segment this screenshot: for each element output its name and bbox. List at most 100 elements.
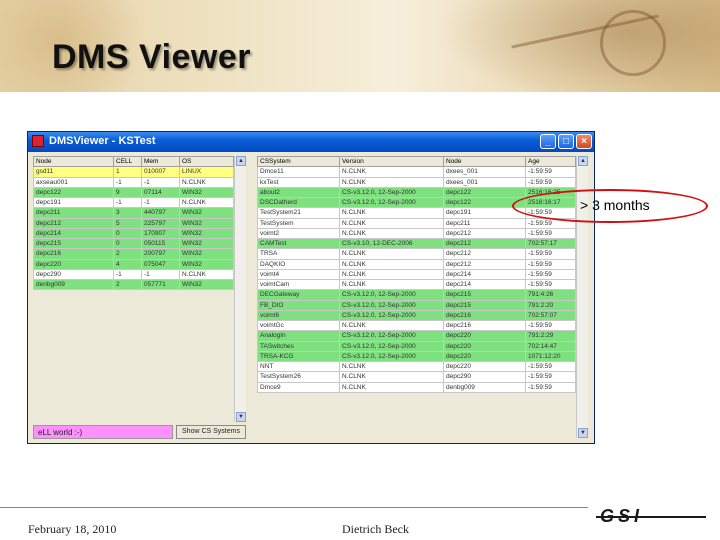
system-row[interactable]: TRSA N.CLNK depc212 -1:59:59 <box>257 248 576 260</box>
system-cell: DAQKIO <box>257 258 340 270</box>
node-row[interactable]: depc214 0 170907 WIN32 <box>33 227 234 240</box>
system-cell: N.CLNK <box>339 278 444 291</box>
node-cell: 200797 <box>141 248 180 260</box>
system-cell: CS-v3.12.0, 12-Sep-2000 <box>339 350 444 363</box>
window-titlebar[interactable]: DMSViewer - KSTest _ □ × <box>28 132 594 152</box>
node-row[interactable]: depc215 0 050115 WIN32 <box>33 237 234 250</box>
system-cell: depc212 <box>443 248 526 260</box>
system-row[interactable]: TestSystem26 N.CLNK depc290 -1:59:59 <box>257 371 576 383</box>
system-cell: N.CLNK <box>339 248 444 260</box>
scroll-down-icon[interactable]: ▼ <box>236 412 246 422</box>
system-row[interactable]: FB_DIO CS-v3.12.0, 12-Sep-2000 depc215 791:… <box>257 299 576 311</box>
node-cell: N.CLNK <box>179 196 234 209</box>
system-cell: depc212 <box>443 258 526 270</box>
system-row[interactable]: TRSA-KCG CS-v3.12.0, 12-Sep-2000 depc220 10… <box>257 350 576 363</box>
system-cell: N.CLNK <box>339 258 444 270</box>
system-column-header[interactable]: Version <box>339 155 444 168</box>
system-cell: N.CLNK <box>339 176 444 188</box>
node-column-header[interactable]: OS <box>179 155 234 168</box>
system-cell: -1:59:59 <box>525 166 576 178</box>
system-cell: voimt4 <box>257 268 340 281</box>
node-row[interactable]: depc220 4 075047 WIN32 <box>33 258 234 270</box>
system-row[interactable]: CAMTest CS-v3.10, 12-DEC-2006 depc212 702:5… <box>257 237 576 250</box>
node-cell: depc214 <box>33 227 114 240</box>
node-cell: WIN32 <box>179 278 234 291</box>
system-cell: depc214 <box>443 268 526 281</box>
system-row[interactable]: DAQKIO N.CLNK depc212 -1:59:59 <box>257 258 576 270</box>
minimize-icon[interactable]: _ <box>540 134 556 149</box>
system-column-header[interactable]: CSSystem <box>257 155 340 168</box>
node-row[interactable]: denbg009 2 057771 WIN32 <box>33 278 234 291</box>
node-row[interactable]: axseau001 -1 -1 N.CLNK <box>33 176 234 188</box>
app-icon <box>32 135 44 147</box>
system-row[interactable]: NNT N.CLNK depc220 -1:59:59 <box>257 360 576 373</box>
scroll-up-icon[interactable]: ▲ <box>236 156 246 166</box>
node-row[interactable]: depc122 9 07114 WIN32 <box>33 186 234 199</box>
node-cell: depc220 <box>33 258 114 270</box>
scroll-up-icon[interactable]: ▲ <box>578 156 588 166</box>
node-cell: 170907 <box>141 227 180 240</box>
system-row[interactable]: TestSystem N.CLNK depc211 -1:59:59 <box>257 217 576 229</box>
system-cell: N.CLNK <box>339 371 444 383</box>
system-cell: depc216 <box>443 309 526 322</box>
node-row[interactable]: depc212 5 225797 WIN32 <box>33 217 234 229</box>
nodes-table: Node CELL Mem OS gsd11 1 010007 LINUX axseau001… <box>33 155 234 291</box>
system-cell: -1:59:59 <box>525 371 576 383</box>
system-cell: kxTest <box>257 176 340 188</box>
system-row[interactable]: voimt4 N.CLNK depc214 -1:59:59 <box>257 268 576 281</box>
system-cell: NNT <box>257 360 340 373</box>
system-cell: voimtGc <box>257 319 340 332</box>
system-row[interactable]: kxTest N.CLNK dxees_001 -1:59:59 <box>257 176 576 188</box>
system-cell: depc220 <box>443 330 526 342</box>
system-cell: Dmce9 <box>257 381 340 393</box>
system-cell: dxees_001 <box>443 166 526 178</box>
system-column-header[interactable]: Age <box>525 155 576 168</box>
system-row[interactable]: voimt6 CS-v3.12.0, 12-Sep-2000 depc216 702:… <box>257 309 576 322</box>
node-cell: 3 <box>113 207 142 219</box>
node-cell: depc215 <box>33 237 114 250</box>
system-row[interactable]: voimtCam N.CLNK depc214 -1:59:59 <box>257 278 576 291</box>
system-cell: N.CLNK <box>339 268 444 281</box>
node-cell: 057771 <box>141 278 180 291</box>
system-cell: depc212 <box>443 237 526 250</box>
node-row[interactable]: depc216 2 200797 WIN32 <box>33 248 234 260</box>
scroll-down-icon[interactable]: ▼ <box>578 428 588 438</box>
system-cell: N.CLNK <box>339 319 444 332</box>
system-cell: N.CLNK <box>339 217 444 229</box>
node-cell: -1 <box>113 268 142 281</box>
node-row[interactable]: depc211 3 440797 WIN32 <box>33 207 234 219</box>
close-icon[interactable]: × <box>576 134 592 149</box>
node-row[interactable]: depc191 -1 -1 N.CLNK <box>33 196 234 209</box>
maximize-icon[interactable]: □ <box>558 134 574 149</box>
system-column-header[interactable]: Node <box>443 155 526 168</box>
system-row[interactable]: Dmce9 N.CLNK denbg009 -1:59:59 <box>257 381 576 393</box>
system-row[interactable]: AnalogIn CS-v3.12.0, 12-Sep-2000 depc220 79… <box>257 330 576 342</box>
node-cell: depc191 <box>33 196 114 209</box>
node-row[interactable]: depc290 -1 -1 N.CLNK <box>33 268 234 281</box>
node-row[interactable]: gsd11 1 010007 LINUX <box>33 166 234 178</box>
nodes-scrollbar[interactable]: ▲ ▼ <box>234 156 246 422</box>
system-cell: 791:2:20 <box>525 299 576 311</box>
nodes-table-header: Node CELL Mem OS <box>33 155 234 168</box>
system-row[interactable]: voimt2 N.CLNK depc212 -1:59:59 <box>257 227 576 240</box>
node-column-header[interactable]: Node <box>33 155 114 168</box>
node-cell: axseau001 <box>33 176 114 188</box>
system-row[interactable]: DECGateway CS-v3.12.0, 12-Sep-2000 depc215… <box>257 289 576 301</box>
node-cell: 2 <box>113 278 142 291</box>
node-column-header[interactable]: CELL <box>113 155 142 168</box>
node-cell: 4 <box>113 258 142 270</box>
system-cell: N.CLNK <box>339 360 444 373</box>
system-row[interactable]: TASwitches CS-v3.12.0, 12-Sep-2000 depc220… <box>257 340 576 352</box>
system-cell: depc122 <box>443 186 526 199</box>
node-column-header[interactable]: Mem <box>141 155 180 168</box>
system-cell: voimt2 <box>257 227 340 240</box>
node-cell: N.CLNK <box>179 268 234 281</box>
system-cell: -1:59:59 <box>525 176 576 188</box>
node-cell: -1 <box>113 176 142 188</box>
system-cell: N.CLNK <box>339 381 444 393</box>
show-cs-systems-button[interactable]: Show CS Systems <box>176 425 246 439</box>
node-cell: WIN32 <box>179 227 234 240</box>
system-cell: 791:4:26 <box>525 289 576 301</box>
system-row[interactable]: Dmce11 N.CLNK dxees_001 -1:59:59 <box>257 166 576 178</box>
system-row[interactable]: voimtGc N.CLNK depc216 -1:59:59 <box>257 319 576 332</box>
